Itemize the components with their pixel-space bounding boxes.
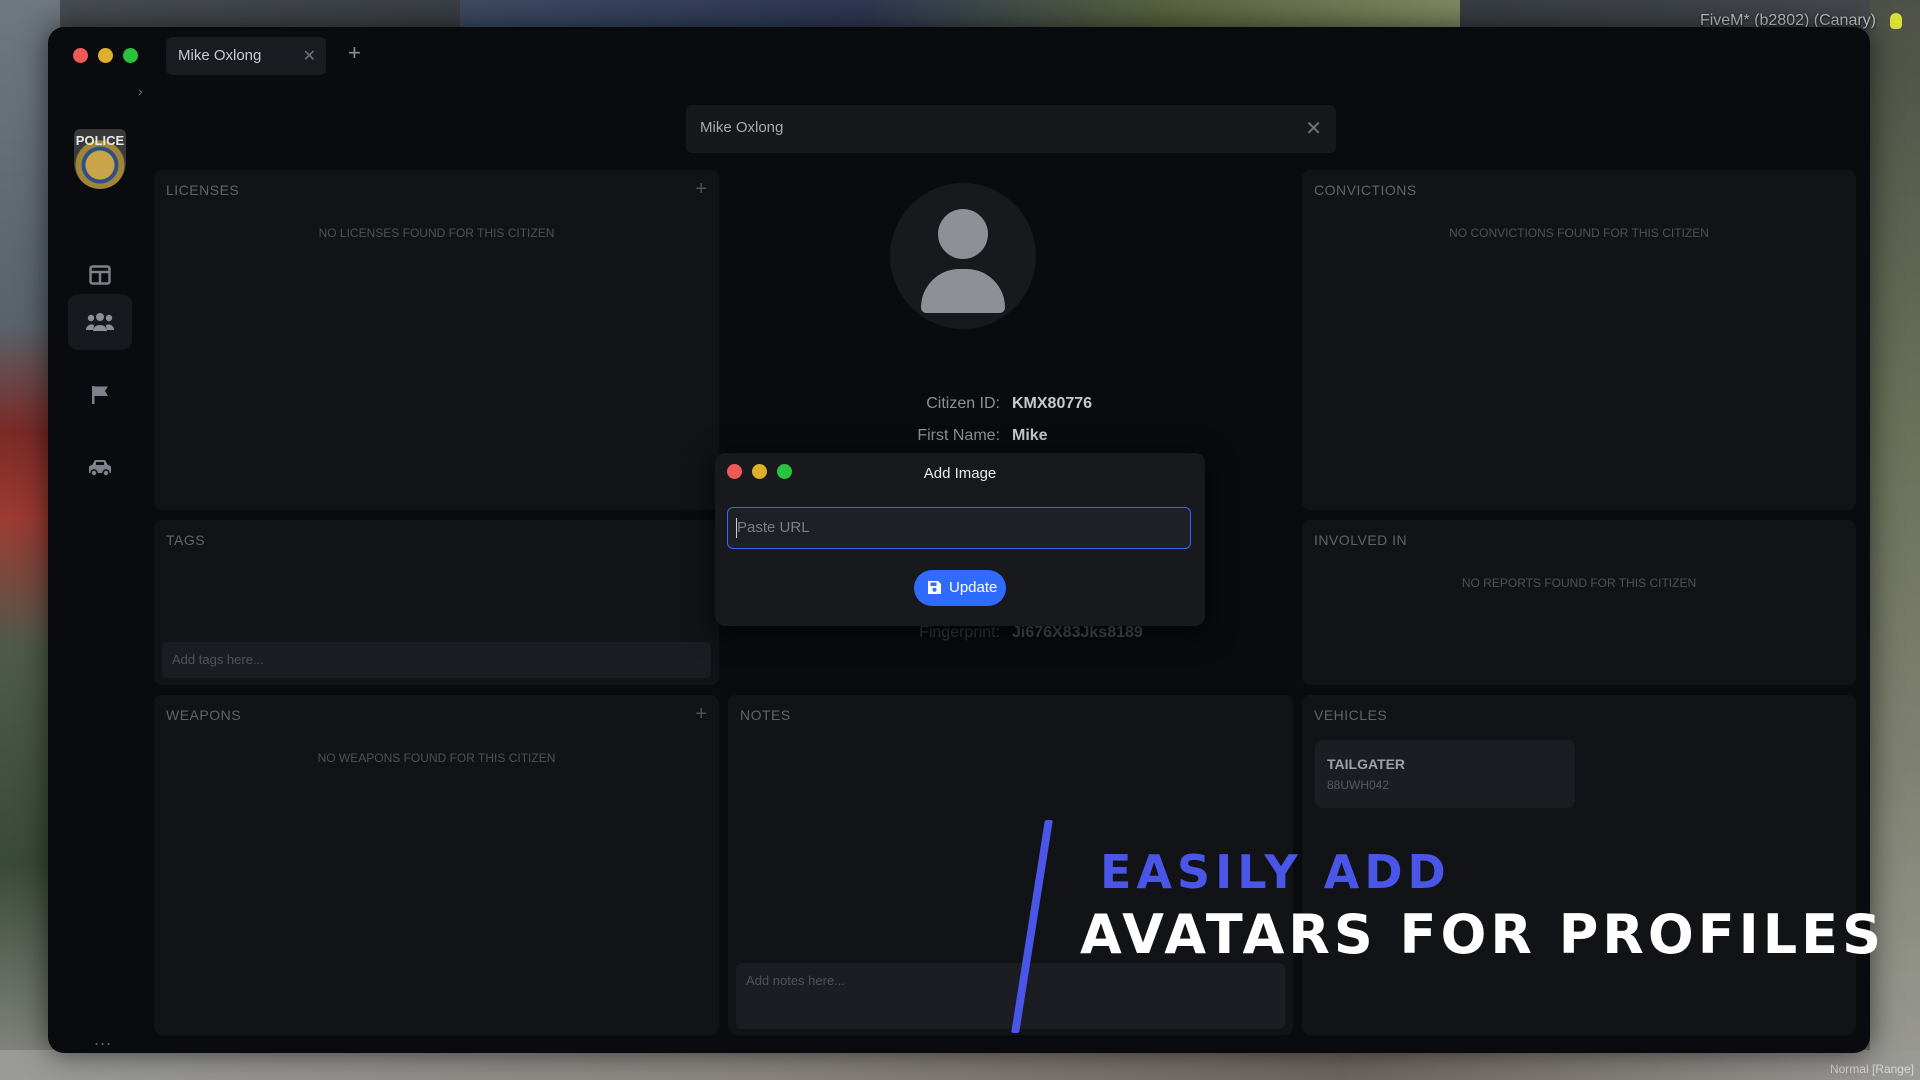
voice-range-label: Normal [Range]: [1829, 1062, 1914, 1076]
vehicle-card[interactable]: TAILGATER 88UWH042: [1315, 740, 1575, 808]
badge-text: POLICE: [75, 133, 125, 148]
licenses-panel: LICENSES + NO LICENSES FOUND FOR THIS CI…: [154, 170, 719, 510]
convictions-panel: CONVICTIONS NO CONVICTIONS FOUND FOR THI…: [1302, 170, 1856, 510]
fingerprint-value: Ji676X83Jks8189: [1012, 624, 1143, 641]
licenses-title: LICENSES: [166, 182, 240, 198]
maximize-window-button[interactable]: [123, 48, 138, 63]
citizen-id-label: Citizen ID:: [926, 395, 1000, 412]
image-url-placeholder: Paste URL: [737, 519, 810, 536]
promo-headline: EASILY ADD: [1100, 845, 1451, 899]
tags-title: TAGS: [166, 532, 206, 548]
involved-empty-text: NO REPORTS FOUND FOR THIS CITIZEN: [1461, 576, 1697, 590]
citizen-id-value: KMX80776: [1012, 395, 1093, 412]
add-image-modal: Add Image Paste URL Update: [715, 453, 1205, 626]
modal-title: Add Image: [923, 465, 997, 482]
sidebar-item-reports[interactable]: [68, 367, 132, 423]
sidebar-item-citizens[interactable]: [68, 294, 132, 350]
flag-icon: [92, 386, 108, 404]
people-icon: [86, 313, 114, 331]
weapons-empty-text: NO WEAPONS FOUND FOR THIS CITIZEN: [317, 751, 556, 765]
vehicle-name: TAILGATER: [1327, 756, 1406, 772]
update-button[interactable]: Update: [914, 570, 1006, 606]
search-value: Mike Oxlong: [700, 119, 784, 136]
tags-input[interactable]: Add tags here...: [162, 642, 711, 678]
involved-panel: INVOLVED IN NO REPORTS FOUND FOR THIS CI…: [1302, 520, 1856, 685]
vehicle-plate: 88UWH042: [1327, 778, 1390, 792]
minimize-window-button[interactable]: [98, 48, 113, 63]
first-name-value: Mike: [1012, 427, 1048, 444]
citizen-search-bar[interactable]: Mike Oxlong ✕: [686, 105, 1336, 153]
update-button-label: Update: [949, 579, 998, 596]
add-weapon-button[interactable]: +: [695, 703, 707, 726]
involved-title: INVOLVED IN: [1314, 532, 1408, 548]
sidebar: POLICE ...: [48, 97, 158, 1049]
notes-title: NOTES: [740, 707, 791, 723]
citizen-avatar[interactable]: [890, 183, 1036, 329]
weapons-panel: WEAPONS + NO WEAPONS FOUND FOR THIS CITI…: [154, 695, 719, 1035]
dashboard-icon: [89, 265, 111, 285]
background-top: [460, 0, 1460, 28]
notes-placeholder: Add notes here...: [746, 973, 846, 988]
weapons-title: WEAPONS: [166, 707, 242, 723]
title-bar: Mike Oxlong ✕ +: [48, 27, 1870, 83]
image-url-input[interactable]: Paste URL: [727, 507, 1191, 549]
tags-panel: TAGS Add tags here...: [154, 520, 719, 685]
vehicles-title: VEHICLES: [1314, 707, 1388, 723]
tab-mike-oxlong[interactable]: Mike Oxlong ✕: [166, 37, 326, 75]
background-bottom: [0, 1050, 1920, 1080]
tags-placeholder: Add tags here...: [172, 652, 264, 667]
convictions-empty-text: NO CONVICTIONS FOUND FOR THIS CITIZEN: [1449, 226, 1709, 240]
more-menu-button[interactable]: ...: [94, 1029, 112, 1050]
add-license-button[interactable]: +: [695, 178, 707, 201]
convictions-title: CONVICTIONS: [1314, 182, 1417, 198]
tab-label: Mike Oxlong: [178, 47, 262, 64]
close-window-button[interactable]: [73, 48, 88, 63]
avatar-placeholder-head: [938, 209, 988, 259]
text-caret: [736, 518, 737, 538]
clear-search-icon[interactable]: ✕: [1305, 116, 1322, 141]
car-icon: [89, 460, 111, 477]
notes-input[interactable]: Add notes here...: [736, 963, 1285, 1029]
sidebar-item-vehicles[interactable]: [68, 440, 132, 496]
avatar-placeholder-body: [921, 269, 1005, 313]
save-icon: [928, 581, 941, 594]
police-badge-logo: POLICE: [74, 129, 126, 189]
tab-close-icon[interactable]: ✕: [303, 46, 316, 66]
promo-subheadline: AVATARS FOR PROFILES: [1080, 903, 1885, 966]
fivem-logo-icon: [1890, 13, 1902, 29]
licenses-empty-text: NO LICENSES FOUND FOR THIS CITIZEN: [318, 226, 555, 240]
fingerprint-label: Fingerprint:: [919, 624, 1000, 641]
first-name-label: First Name:: [917, 427, 1000, 444]
new-tab-button[interactable]: +: [348, 40, 361, 66]
